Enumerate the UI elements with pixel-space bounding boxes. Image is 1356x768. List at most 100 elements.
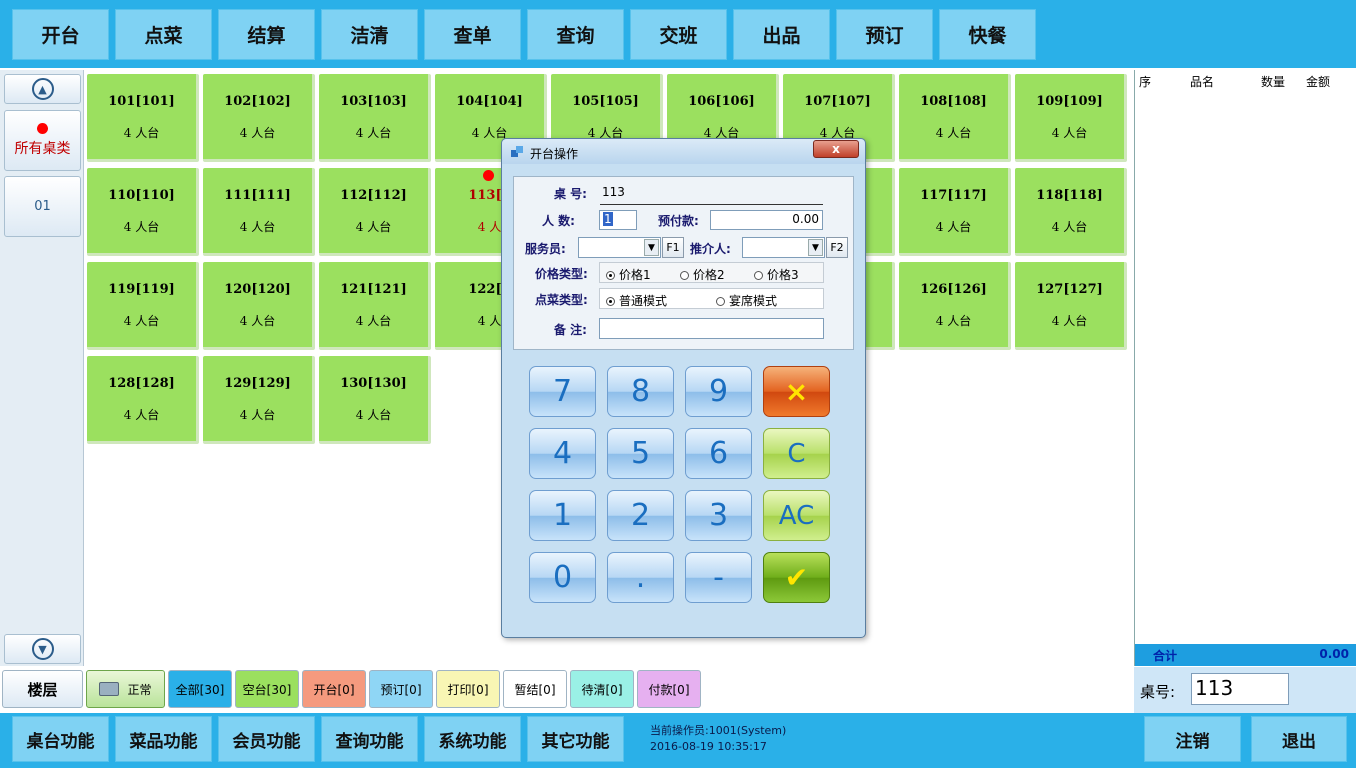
table-tile[interactable]: 101[101] 4 人台	[87, 74, 199, 162]
table-name: 103[103]	[340, 94, 407, 109]
table-tile[interactable]: 119[119] 4 人台	[87, 262, 199, 350]
exit-button[interactable]: 退出	[1251, 716, 1347, 762]
dialog-titlebar[interactable]: 开台操作 x	[502, 139, 865, 164]
waiter-f1-button[interactable]: F1	[662, 237, 684, 258]
dish-functions-button[interactable]: 菜品功能	[115, 716, 212, 762]
people-input[interactable]: 1	[599, 210, 637, 230]
table-tile[interactable]: 112[112] 4 人台	[319, 168, 431, 256]
menu-clean-button[interactable]: 洁清	[321, 9, 418, 60]
key-0-button[interactable]: 0	[529, 552, 596, 603]
banquet-mode-radio[interactable]: 宴席模式	[716, 292, 777, 309]
filter-button[interactable]: 待清[0]	[570, 670, 634, 708]
key-5-button[interactable]: 5	[607, 428, 674, 479]
normal-mode-radio[interactable]: 普通模式	[606, 292, 667, 309]
system-functions-button[interactable]: 系统功能	[424, 716, 521, 762]
key-clear-button[interactable]: C	[763, 428, 830, 479]
key-dot-button[interactable]: .	[607, 552, 674, 603]
table-tile[interactable]: 126[126] 4 人台	[899, 262, 1011, 350]
price-3-radio[interactable]: 价格3	[754, 266, 799, 283]
table-tile[interactable]: 117[117] 4 人台	[899, 168, 1011, 256]
menu-fastfood-button[interactable]: 快餐	[939, 9, 1036, 60]
menu-check-bill-button[interactable]: 查单	[424, 9, 521, 60]
table-seats: 4 人台	[1051, 314, 1088, 328]
table-tile[interactable]: 109[109] 4 人台	[1015, 74, 1127, 162]
remark-label: 备 注:	[554, 323, 587, 337]
key-minus-button[interactable]: -	[685, 552, 752, 603]
filter-button[interactable]: 暂结[0]	[503, 670, 567, 708]
query-functions-button[interactable]: 查询功能	[321, 716, 418, 762]
table-tile[interactable]: 120[120] 4 人台	[203, 262, 315, 350]
menu-shift-button[interactable]: 交班	[630, 9, 727, 60]
key-3-button[interactable]: 3	[685, 490, 752, 541]
logout-button[interactable]: 注销	[1144, 716, 1241, 762]
table-tile[interactable]: 118[118] 4 人台	[1015, 168, 1127, 256]
filter-button[interactable]: 空台[30]	[235, 670, 299, 708]
key-9-button[interactable]: 9	[685, 366, 752, 417]
table-name: 110[110]	[108, 188, 175, 203]
key-1-button[interactable]: 1	[529, 490, 596, 541]
waiter-select[interactable]: ▼	[578, 237, 661, 258]
member-functions-button[interactable]: 会员功能	[218, 716, 315, 762]
table-functions-button[interactable]: 桌台功能	[12, 716, 109, 762]
table-name: 130[130]	[340, 376, 407, 391]
close-button[interactable]: x	[813, 140, 859, 158]
table-name: 127[127]	[1036, 282, 1103, 297]
top-menu-bar: 开台 点菜 结算 洁清 查单 查询 交班 出品 预订 快餐	[0, 0, 1356, 68]
table-tile[interactable]: 128[128] 4 人台	[87, 356, 199, 444]
table-name: 111[111]	[224, 188, 291, 203]
app-icon	[511, 146, 524, 157]
filter-button[interactable]: 付款[0]	[637, 670, 701, 708]
people-label: 人 数:	[542, 214, 575, 228]
key-all-clear-button[interactable]: AC	[763, 490, 830, 541]
table-tile[interactable]: 129[129] 4 人台	[203, 356, 315, 444]
key-2-button[interactable]: 2	[607, 490, 674, 541]
table-seats: 4 人台	[239, 408, 276, 422]
menu-query-button[interactable]: 查询	[527, 9, 624, 60]
table-number-input[interactable]: 113	[1191, 673, 1289, 705]
table-tile[interactable]: 130[130] 4 人台	[319, 356, 431, 444]
menu-checkout-button[interactable]: 结算	[218, 9, 315, 60]
key-7-button[interactable]: 7	[529, 366, 596, 417]
filter-button[interactable]: 开台[0]	[302, 670, 366, 708]
referrer-select[interactable]: ▼	[742, 237, 825, 258]
table-tile[interactable]: 108[108] 4 人台	[899, 74, 1011, 162]
menu-output-button[interactable]: 出品	[733, 9, 830, 60]
remark-input[interactable]	[599, 318, 824, 339]
table-tile[interactable]: 111[111] 4 人台	[203, 168, 315, 256]
floor-button[interactable]: 楼层	[2, 670, 83, 708]
other-functions-button[interactable]: 其它功能	[527, 716, 624, 762]
table-tile[interactable]: 127[127] 4 人台	[1015, 262, 1127, 350]
category-all[interactable]: 所有桌类	[4, 110, 81, 171]
table-name: 121[121]	[340, 282, 407, 297]
table-tile[interactable]: 110[110] 4 人台	[87, 168, 199, 256]
key-6-button[interactable]: 6	[685, 428, 752, 479]
open-table-dialog: 开台操作 x 桌 号: 113 人 数: 1 预付款: 0.00 服务员: ▼ …	[501, 138, 866, 638]
normal-button[interactable]: 正常	[86, 670, 165, 708]
price-1-radio[interactable]: 价格1	[606, 266, 651, 283]
key-8-button[interactable]: 8	[607, 366, 674, 417]
table-seats: 4 人台	[239, 314, 276, 328]
deposit-label: 预付款:	[658, 214, 699, 228]
filter-button[interactable]: 打印[0]	[436, 670, 500, 708]
category-01[interactable]: 01	[4, 176, 81, 237]
filter-button[interactable]: 全部[30]	[168, 670, 232, 708]
scroll-up-button[interactable]: ▲	[4, 74, 81, 104]
key-4-button[interactable]: 4	[529, 428, 596, 479]
referrer-f2-button[interactable]: F2	[826, 237, 848, 258]
menu-reserve-button[interactable]: 预订	[836, 9, 933, 60]
table-tile[interactable]: 102[102] 4 人台	[203, 74, 315, 162]
table-tile[interactable]: 121[121] 4 人台	[319, 262, 431, 350]
price-2-radio[interactable]: 价格2	[680, 266, 725, 283]
deposit-input[interactable]: 0.00	[710, 210, 823, 230]
filter-button[interactable]: 预订[0]	[369, 670, 433, 708]
menu-open-table-button[interactable]: 开台	[12, 9, 109, 60]
key-cancel-button[interactable]: ×	[763, 366, 830, 417]
arrow-down-icon: ▼	[31, 638, 54, 660]
filter-bar: 楼层 正常 全部[30] 空台[30] 开台[0] 预订[0] 打印[0] 暂结[0] 待清…	[0, 667, 1134, 713]
table-tile[interactable]: 103[103] 4 人台	[319, 74, 431, 162]
table-name: 118[118]	[1036, 188, 1103, 203]
menu-order-button[interactable]: 点菜	[115, 9, 212, 60]
key-confirm-button[interactable]: ✔	[763, 552, 830, 603]
scroll-down-button[interactable]: ▼	[4, 634, 81, 664]
table-name: 129[129]	[224, 376, 291, 391]
